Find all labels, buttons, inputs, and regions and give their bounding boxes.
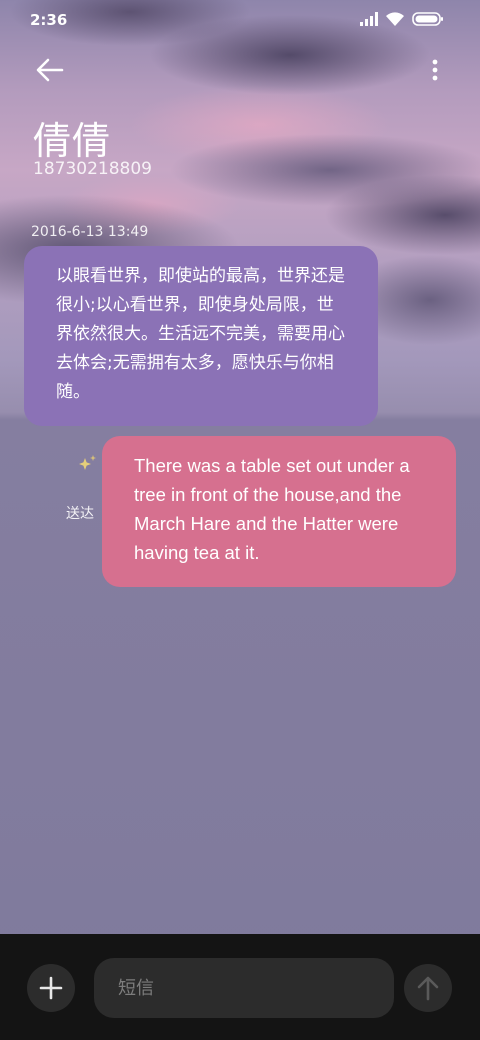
wifi-icon — [386, 12, 404, 26]
arrow-up-icon — [417, 976, 439, 1001]
signal-icon — [360, 12, 378, 26]
plus-icon — [39, 976, 63, 1000]
status-icons — [360, 12, 456, 28]
back-button[interactable] — [34, 56, 66, 84]
arrow-left-icon — [36, 58, 64, 82]
outgoing-message-bubble[interactable]: There was a table set out under a tree i… — [102, 436, 456, 587]
status-bar: 2:36 — [0, 0, 480, 40]
battery-icon — [412, 12, 443, 26]
contact-name: 倩倩 — [33, 119, 112, 163]
message-timestamp: 2016-6-13 13:49 — [31, 224, 149, 240]
contact-number: 18730218809 — [33, 159, 152, 179]
status-time: 2:36 — [30, 11, 68, 29]
incoming-message-bubble[interactable]: 以眼看世界，即使站的最高，世界还是很小;以心看世界，即使身处局限，世界依然很大。… — [24, 246, 378, 426]
add-attachment-button[interactable] — [27, 964, 75, 1012]
delivery-status: 送达 — [66, 506, 94, 522]
send-button[interactable] — [404, 964, 452, 1012]
sparkle-icon — [79, 455, 96, 470]
more-vertical-icon — [432, 59, 438, 81]
more-options-button[interactable] — [430, 58, 440, 82]
message-input[interactable] — [94, 958, 394, 1018]
